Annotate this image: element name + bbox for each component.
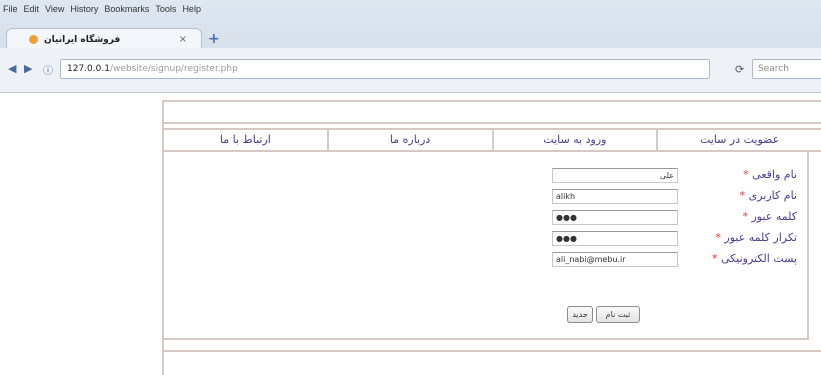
- signup-submit-button[interactable]: ثبت نام: [596, 306, 640, 323]
- username-label: نام کاربری *: [739, 189, 797, 202]
- favicon-icon: [29, 35, 38, 44]
- menu-bookmarks[interactable]: Bookmarks: [104, 4, 149, 14]
- email-label: پست الکترونیکی *: [712, 252, 797, 265]
- browser-chrome: File Edit View History Bookmarks Tools H…: [0, 0, 821, 93]
- reload-button[interactable]: ⟳: [735, 63, 744, 76]
- email-field[interactable]: ali_nabi@mebu.ir: [552, 252, 678, 267]
- search-input[interactable]: Search: [752, 59, 821, 79]
- new-tab-button[interactable]: +: [208, 31, 220, 47]
- form-row-confirm-password: تکرار کلمه عبور * ●●●: [164, 231, 809, 249]
- menu-help[interactable]: Help: [182, 4, 201, 14]
- tab-close-icon[interactable]: ×: [179, 34, 187, 45]
- web-page: عضویت در سایت ورود به سایت درباره ما ارت…: [0, 93, 821, 375]
- signup-form: نام واقعی * علی نام کاربری * alikh کلمه …: [164, 152, 809, 340]
- site-info-icon[interactable]: ⓘ: [43, 62, 53, 77]
- page-frame: عضویت در سایت ورود به سایت درباره ما ارت…: [162, 100, 821, 375]
- site-nav: عضویت در سایت ورود به سایت درباره ما ارت…: [164, 128, 821, 152]
- search-placeholder: Search: [758, 64, 789, 74]
- menu-tools[interactable]: Tools: [155, 4, 176, 14]
- confirm-password-field[interactable]: ●●●: [552, 231, 678, 246]
- menu-file[interactable]: File: [3, 4, 18, 14]
- form-row-email: پست الکترونیکی * ali_nabi@mebu.ir: [164, 252, 809, 270]
- nav-item-login[interactable]: ورود به سایت: [491, 130, 657, 150]
- url-host: 127.0.0.1: [67, 64, 110, 74]
- form-row-password: کلمه عبور * ●●●: [164, 210, 809, 228]
- form-row-realname: نام واقعی * علی: [164, 168, 809, 186]
- nav-item-signup[interactable]: عضویت در سایت: [656, 130, 821, 150]
- forward-button[interactable]: ▶: [24, 62, 32, 75]
- realname-label: نام واقعی *: [743, 168, 797, 181]
- menu-edit[interactable]: Edit: [24, 4, 40, 14]
- password-label: کلمه عبور *: [742, 210, 797, 223]
- realname-field[interactable]: علی: [552, 168, 678, 183]
- navigation-bar: ◀ ▶ ⓘ 127.0.0.1 /website/signup/register…: [0, 48, 821, 93]
- menu-history[interactable]: History: [70, 4, 98, 14]
- tab-strip: فروشگاه ایرانیان × +: [0, 22, 821, 50]
- url-path: /website/signup/register.php: [109, 64, 238, 74]
- footer-bar: [164, 350, 821, 370]
- header-bar: [164, 100, 821, 124]
- tab-title: فروشگاه ایرانیان: [44, 34, 121, 45]
- form-row-username: نام کاربری * alikh: [164, 189, 809, 207]
- nav-item-contact[interactable]: ارتباط با ما: [164, 130, 327, 150]
- address-bar[interactable]: 127.0.0.1 /website/signup/register.php: [60, 59, 710, 79]
- confirm-password-label: تکرار کلمه عبور *: [715, 231, 797, 244]
- back-button[interactable]: ◀: [8, 62, 16, 75]
- menu-view[interactable]: View: [45, 4, 64, 14]
- browser-tab[interactable]: فروشگاه ایرانیان ×: [6, 28, 202, 50]
- nav-item-about[interactable]: درباره ما: [326, 130, 492, 150]
- menu-bar: File Edit View History Bookmarks Tools H…: [0, 0, 821, 18]
- reset-button[interactable]: جدید: [567, 306, 593, 323]
- password-field[interactable]: ●●●: [552, 210, 678, 225]
- username-field[interactable]: alikh: [552, 189, 678, 204]
